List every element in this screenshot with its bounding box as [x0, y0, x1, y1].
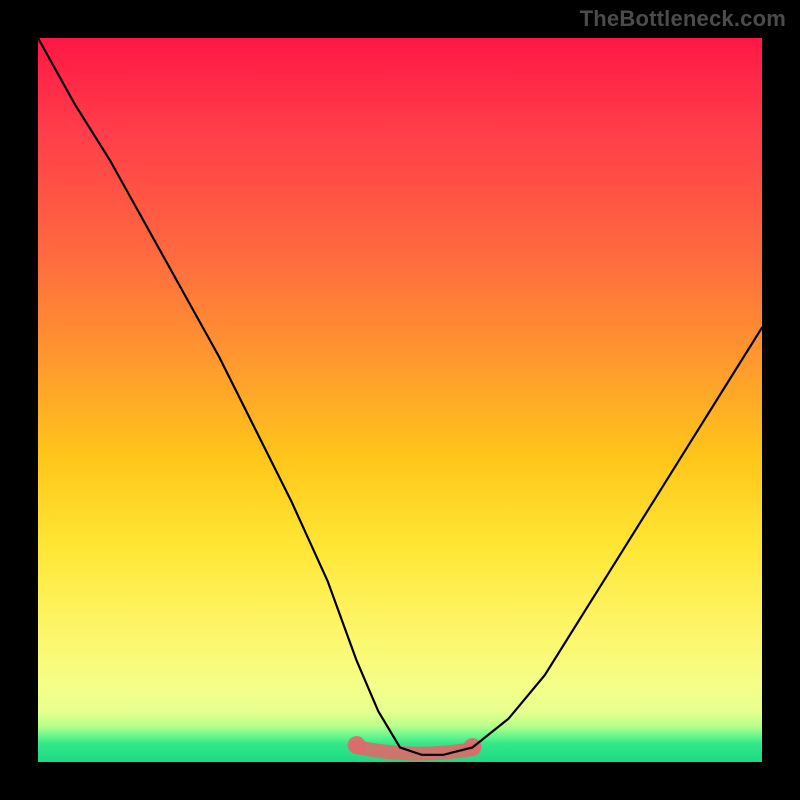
chart-frame: TheBottleneck.com	[0, 0, 800, 800]
curve-accent-dot-left	[348, 736, 366, 754]
plot-area	[38, 38, 762, 762]
bottleneck-curve-svg	[38, 38, 762, 762]
bottleneck-curve-path	[38, 38, 762, 755]
watermark-text: TheBottleneck.com	[580, 6, 786, 32]
